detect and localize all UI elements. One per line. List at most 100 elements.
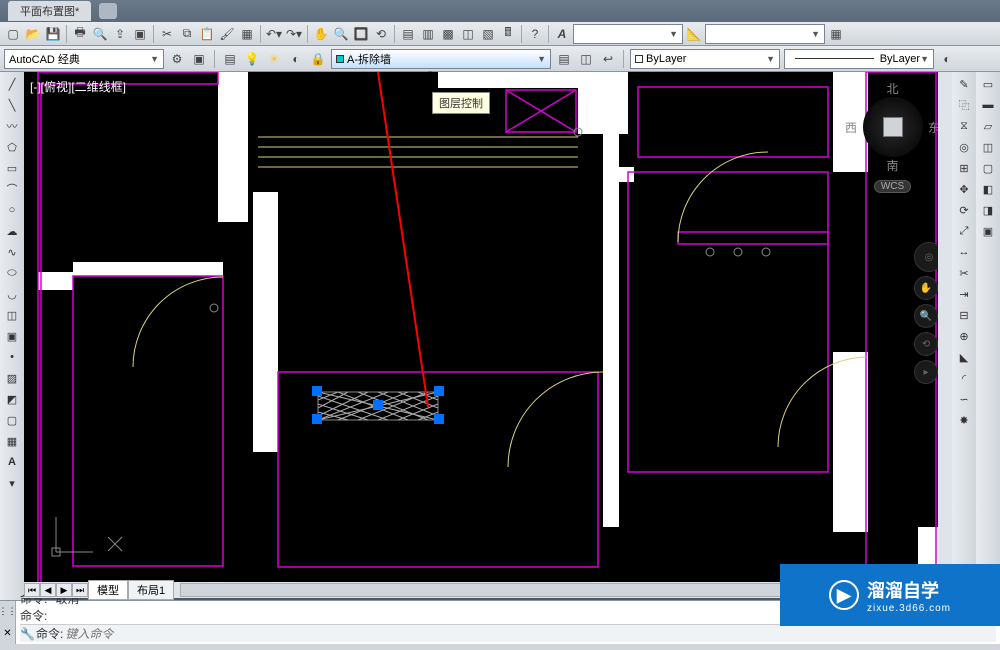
command-input[interactable] xyxy=(65,627,996,641)
fillet-icon[interactable]: ◜ xyxy=(954,368,974,388)
tab-prev-icon[interactable]: ◀ xyxy=(40,583,56,597)
linetype-combo[interactable]: ByLayer ▼ xyxy=(784,49,934,69)
tab-next-icon[interactable]: ▶ xyxy=(56,583,72,597)
layout1-tab[interactable]: 布局1 xyxy=(128,580,174,600)
vscrollbar[interactable] xyxy=(938,72,952,582)
layer-manager-icon[interactable]: ▤ xyxy=(221,50,239,68)
layer-states-icon[interactable]: ▤ xyxy=(555,50,573,68)
markup-icon[interactable]: ▧ xyxy=(479,25,497,43)
preview-icon[interactable]: 🔍 xyxy=(91,25,109,43)
do3-icon[interactable]: ▱ xyxy=(978,116,998,136)
cmd-handle-icon[interactable]: ⋮⋮ xyxy=(0,606,17,617)
properties-icon[interactable]: ▤ xyxy=(399,25,417,43)
trim-icon[interactable]: ✂ xyxy=(954,263,974,283)
do6-icon[interactable]: ◧ xyxy=(978,179,998,199)
layer-lock-icon[interactable]: 🔒 xyxy=(309,50,327,68)
block-icon[interactable]: ▦ xyxy=(238,25,256,43)
zoom-nav-icon[interactable]: 🔍 xyxy=(914,304,938,328)
zoom-prev-icon[interactable]: ⟲ xyxy=(372,25,390,43)
layer-prev-icon[interactable]: ↩ xyxy=(599,50,617,68)
cmd-close-icon[interactable]: ✕ xyxy=(3,628,11,639)
do2-icon[interactable]: ▬ xyxy=(978,95,998,115)
help-icon[interactable]: ? xyxy=(526,25,544,43)
offset-icon[interactable]: ◎ xyxy=(954,137,974,157)
explode-icon[interactable]: ✸ xyxy=(954,410,974,430)
tab-first-icon[interactable]: ⏮ xyxy=(24,583,40,597)
zoom-realtime-icon[interactable]: 🔍 xyxy=(332,25,350,43)
point-icon[interactable]: • xyxy=(2,347,22,367)
array-icon[interactable]: ⊞ xyxy=(954,158,974,178)
compass-north[interactable]: 北 xyxy=(845,80,940,97)
open-icon[interactable]: 📂 xyxy=(24,25,42,43)
do5-icon[interactable]: ▢ xyxy=(978,158,998,178)
save-icon[interactable]: 💾 xyxy=(44,25,62,43)
ellipse-icon[interactable]: ⬭ xyxy=(2,263,22,283)
orbit-nav-icon[interactable]: ⟲ xyxy=(914,332,938,356)
new-icon[interactable]: ▢ xyxy=(4,25,22,43)
color-combo[interactable]: ByLayer ▼ xyxy=(630,49,780,69)
ellipse-arc-icon[interactable]: ◡ xyxy=(2,284,22,304)
rectangle-icon[interactable]: ▭ xyxy=(2,158,22,178)
mirror-icon[interactable]: ⧖ xyxy=(954,116,974,136)
sheet-set-icon[interactable]: ◫ xyxy=(459,25,477,43)
extend-icon[interactable]: ⇥ xyxy=(954,284,974,304)
lineweight-icon[interactable]: ◐ xyxy=(938,50,956,68)
viewcube[interactable]: 北 西 东 南 WCS xyxy=(845,80,940,193)
publish-icon[interactable]: ⇪ xyxy=(111,25,129,43)
copy-obj-icon[interactable]: ⿻ xyxy=(954,95,974,115)
pan-icon[interactable]: ✋ xyxy=(312,25,330,43)
file-tab[interactable]: 平面布置图* xyxy=(8,1,91,21)
cmd-wrench-icon[interactable]: 🔧 xyxy=(20,627,34,641)
layer-vp-icon[interactable]: ◐ xyxy=(287,50,305,68)
region-icon[interactable]: ▢ xyxy=(2,410,22,430)
do7-icon[interactable]: ◨ xyxy=(978,200,998,220)
text-style-icon[interactable]: A xyxy=(553,25,571,43)
showmotion-icon[interactable]: ▸ xyxy=(914,360,938,384)
addselect-icon[interactable]: ▾ xyxy=(2,473,22,493)
stretch-icon[interactable]: ↔ xyxy=(954,242,974,262)
arc-icon[interactable]: ⌒ xyxy=(2,179,22,199)
zoom-window-icon[interactable]: 🔲 xyxy=(352,25,370,43)
make-block-icon[interactable]: ▣ xyxy=(2,326,22,346)
xline-icon[interactable]: ╲ xyxy=(2,95,22,115)
polygon-icon[interactable]: ⬠ xyxy=(2,137,22,157)
mtext-icon[interactable]: A xyxy=(2,452,22,472)
tool-palette-icon[interactable]: ▩ xyxy=(439,25,457,43)
hatch-icon[interactable]: ▨ xyxy=(2,368,22,388)
circle-icon[interactable]: ○ xyxy=(2,200,22,220)
paste-icon[interactable]: 📋 xyxy=(198,25,216,43)
undo-icon[interactable]: ↶▾ xyxy=(265,25,283,43)
dim-style-icon[interactable]: 📐 xyxy=(685,25,703,43)
redo-icon[interactable]: ↷▾ xyxy=(285,25,303,43)
compass-south[interactable]: 南 xyxy=(845,157,940,174)
compass-west[interactable]: 西 xyxy=(845,119,857,136)
workspace-combo[interactable]: AutoCAD 经典 ▼ xyxy=(4,49,164,69)
dim-style-combo[interactable]: ▼ xyxy=(705,24,825,44)
do4-icon[interactable]: ◫ xyxy=(978,137,998,157)
copy-icon[interactable]: ⧉ xyxy=(178,25,196,43)
workspace-settings-icon[interactable]: ⚙ xyxy=(168,50,186,68)
do1-icon[interactable]: ▭ xyxy=(978,74,998,94)
text-style-combo[interactable]: ▼ xyxy=(573,24,683,44)
workspace-misc-icon[interactable]: ▣ xyxy=(190,50,208,68)
scale-icon[interactable]: ⤢ xyxy=(954,221,974,241)
gradient-icon[interactable]: ◩ xyxy=(2,389,22,409)
spline-icon[interactable]: ∿ xyxy=(2,242,22,262)
revcloud-icon[interactable]: ☁ xyxy=(2,221,22,241)
insert-icon[interactable]: ◫ xyxy=(2,305,22,325)
viewcube-wheel[interactable] xyxy=(863,97,923,157)
move-icon[interactable]: ✥ xyxy=(954,179,974,199)
print-icon[interactable]: 🖶 xyxy=(71,25,89,43)
line-icon[interactable]: ╱ xyxy=(2,74,22,94)
design-center-icon[interactable]: ▥ xyxy=(419,25,437,43)
drawing-canvas[interactable]: [-][俯视][二维线框] xyxy=(24,72,952,582)
new-tab-button[interactable] xyxy=(99,3,117,19)
viewcube-top[interactable] xyxy=(883,117,903,137)
viewport-label[interactable]: [-][俯视][二维线框] xyxy=(30,78,126,95)
table-icon[interactable]: ▦ xyxy=(2,431,22,451)
match-prop-icon[interactable]: 🖌 xyxy=(218,25,236,43)
cut-icon[interactable]: ✂ xyxy=(158,25,176,43)
do8-icon[interactable]: ▣ xyxy=(978,221,998,241)
calc-icon[interactable]: 🖩 xyxy=(499,25,517,43)
pan-nav-icon[interactable]: ✋ xyxy=(914,276,938,300)
